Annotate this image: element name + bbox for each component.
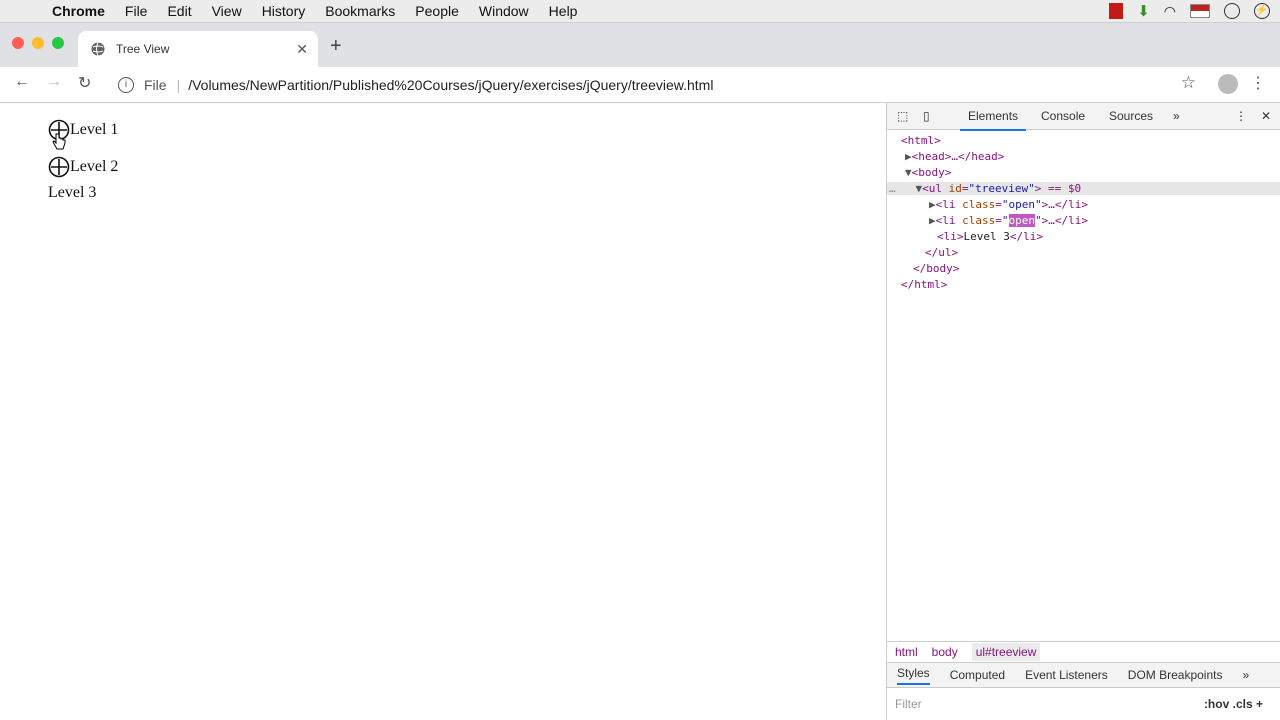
dom-li1-rest: >…</li>	[1041, 198, 1088, 211]
back-arrow-icon[interactable]: ←	[14, 73, 30, 91]
menu-edit[interactable]: Edit	[167, 0, 191, 22]
dom-ul-attr: id	[948, 182, 962, 195]
menu-window[interactable]: Window	[479, 0, 529, 22]
dom-li-3[interactable]: <li>Level 3</li>	[937, 230, 1043, 243]
devtools-tabbar: ⬚ ▯ Elements Console Sources » ⋮ ✕	[887, 103, 1280, 131]
status-tray: ⬇ ◠ ⚡	[1109, 2, 1270, 20]
dom-html-open[interactable]: <html>	[901, 134, 941, 147]
tab-computed[interactable]: Computed	[950, 668, 1005, 682]
add-rule-icon[interactable]: +	[1256, 697, 1263, 711]
breadcrumb: html body ul#treeview	[887, 641, 1280, 661]
tree-item-label: Level 3	[48, 184, 97, 201]
breadcrumb-ul[interactable]: ul#treeview	[971, 642, 1041, 661]
dom-li2-val-highlight: open	[1008, 214, 1035, 227]
dom-body-open[interactable]: ▼<body>	[905, 166, 951, 179]
dom-head-text: <head>…</head>	[911, 150, 1005, 163]
bookmark-star-icon[interactable]: ☆	[1181, 73, 1196, 93]
info-icon[interactable]: i	[118, 77, 134, 93]
browser-toolbar: ← → ↻ i File | /Volumes/NewPartition/Pub…	[0, 67, 1280, 103]
close-window-button[interactable]	[12, 37, 24, 49]
dom-head-node[interactable]: ▶<head>…</head>	[905, 150, 1004, 163]
dom-ul-val: "treeview"	[968, 182, 1035, 195]
tab-styles[interactable]: Styles	[897, 666, 930, 685]
profile-avatar[interactable]	[1218, 74, 1238, 94]
tree-item-label: Level 1	[70, 121, 119, 138]
menu-app-chrome[interactable]: Chrome	[52, 0, 105, 22]
styles-tabbar: Styles Computed Event Listeners DOM Brea…	[887, 662, 1280, 688]
dom-ul-close[interactable]: </ul>	[925, 246, 958, 259]
flash-icon[interactable]: ⚡	[1254, 3, 1270, 19]
address-bar[interactable]: i File | /Volumes/NewPartition/Published…	[108, 71, 1208, 99]
chrome-menu-icon[interactable]: ⋮	[1250, 73, 1266, 93]
hand-cursor-icon	[52, 133, 66, 150]
tab-strip: Tree View ✕ +	[0, 23, 1280, 67]
maximize-window-button[interactable]	[52, 37, 64, 49]
tree-item-level-3[interactable]: Level 3	[48, 184, 96, 202]
new-tab-button[interactable]: +	[330, 35, 342, 58]
more-tabs-icon[interactable]: »	[1173, 109, 1180, 123]
devtools-panel: ⬚ ▯ Elements Console Sources » ⋮ ✕ <html…	[886, 103, 1280, 720]
window-controls	[12, 37, 64, 49]
tree-item-label: Level 2	[70, 158, 119, 175]
dom-li-1[interactable]: ▶<li class="open">…</li>	[929, 198, 1088, 211]
menu-bookmarks[interactable]: Bookmarks	[325, 0, 395, 22]
flag-icon[interactable]	[1190, 4, 1210, 18]
dom-html-close[interactable]: </html>	[901, 278, 947, 291]
reload-icon[interactable]: ↻	[78, 73, 91, 93]
scheme-label: File	[144, 77, 167, 93]
close-tab-icon[interactable]: ✕	[296, 41, 308, 58]
device-toolbar-icon[interactable]: ▯	[923, 109, 930, 123]
breadcrumb-html[interactable]: html	[895, 645, 918, 659]
menu-history[interactable]: History	[262, 0, 306, 22]
globe-icon	[91, 42, 105, 56]
dom-li2-attr: class	[962, 214, 996, 227]
breadcrumb-body[interactable]: body	[932, 645, 958, 659]
dom-ul-selected[interactable]: … ▼<ul id="treeview"> == $0	[887, 182, 1280, 195]
page-viewport: Level 1 Level 2 Level 3	[0, 103, 886, 720]
tab-dom-breakpoints[interactable]: DOM Breakpoints	[1128, 668, 1223, 682]
hov-cls-buttons: :hov .cls +	[1204, 697, 1263, 711]
tab-event-listeners[interactable]: Event Listeners	[1025, 668, 1108, 682]
filter-input[interactable]: Filter	[895, 697, 922, 711]
address-separator: |	[176, 77, 181, 93]
download-icon[interactable]: ⬇	[1137, 2, 1150, 20]
mac-menu-bar: Chrome File Edit View History Bookmarks …	[0, 0, 1280, 23]
wifi-icon[interactable]: ◠	[1164, 3, 1176, 20]
menu-people[interactable]: People	[415, 0, 459, 22]
forward-arrow-icon[interactable]: →	[46, 73, 62, 91]
tab-title: Tree View	[116, 42, 170, 56]
recording-icon[interactable]	[1109, 3, 1124, 19]
menu-help[interactable]: Help	[549, 0, 578, 22]
clock-icon[interactable]	[1224, 3, 1240, 19]
minimize-window-button[interactable]	[32, 37, 44, 49]
styles-filter-row: Filter :hov .cls +	[887, 689, 1280, 719]
tree-item-level-2[interactable]: Level 2	[48, 156, 118, 178]
dom-li2-rest: >…</li>	[1041, 214, 1088, 227]
expand-plus-icon[interactable]	[48, 156, 70, 178]
dom-li1-attr: class	[962, 198, 996, 211]
devtools-menu-icon[interactable]: ⋮	[1235, 109, 1247, 123]
more-style-tabs-icon[interactable]: »	[1242, 668, 1249, 682]
dom-li3-tag: <li>	[937, 230, 964, 243]
dom-li3-text: Level 3	[963, 230, 1010, 243]
tab-console[interactable]: Console	[1041, 109, 1085, 123]
dom-body-text: <body>	[911, 166, 952, 179]
dom-li3-close: </li>	[1009, 230, 1043, 243]
url-text[interactable]: /Volumes/NewPartition/Published%20Course…	[188, 77, 713, 93]
dom-li-2[interactable]: ▶<li class="open">…</li>	[929, 214, 1088, 227]
menu-view[interactable]: View	[212, 0, 242, 22]
menu-file[interactable]: File	[125, 0, 148, 22]
hov-button[interactable]: :hov	[1204, 697, 1229, 711]
inspect-element-icon[interactable]: ⬚	[897, 109, 908, 123]
cls-button[interactable]: .cls	[1233, 697, 1253, 711]
dom-body-close[interactable]: </body>	[913, 262, 959, 275]
dom-ul-tag: <ul	[922, 182, 949, 195]
close-devtools-icon[interactable]: ✕	[1261, 109, 1271, 123]
dom-ul-suffix: > == $0	[1034, 182, 1082, 195]
tab-sources[interactable]: Sources	[1109, 109, 1153, 123]
tab-tree-view[interactable]: Tree View ✕	[78, 31, 318, 67]
dom-li1-val: "open"	[1001, 198, 1042, 211]
tab-elements[interactable]: Elements	[959, 109, 1027, 131]
